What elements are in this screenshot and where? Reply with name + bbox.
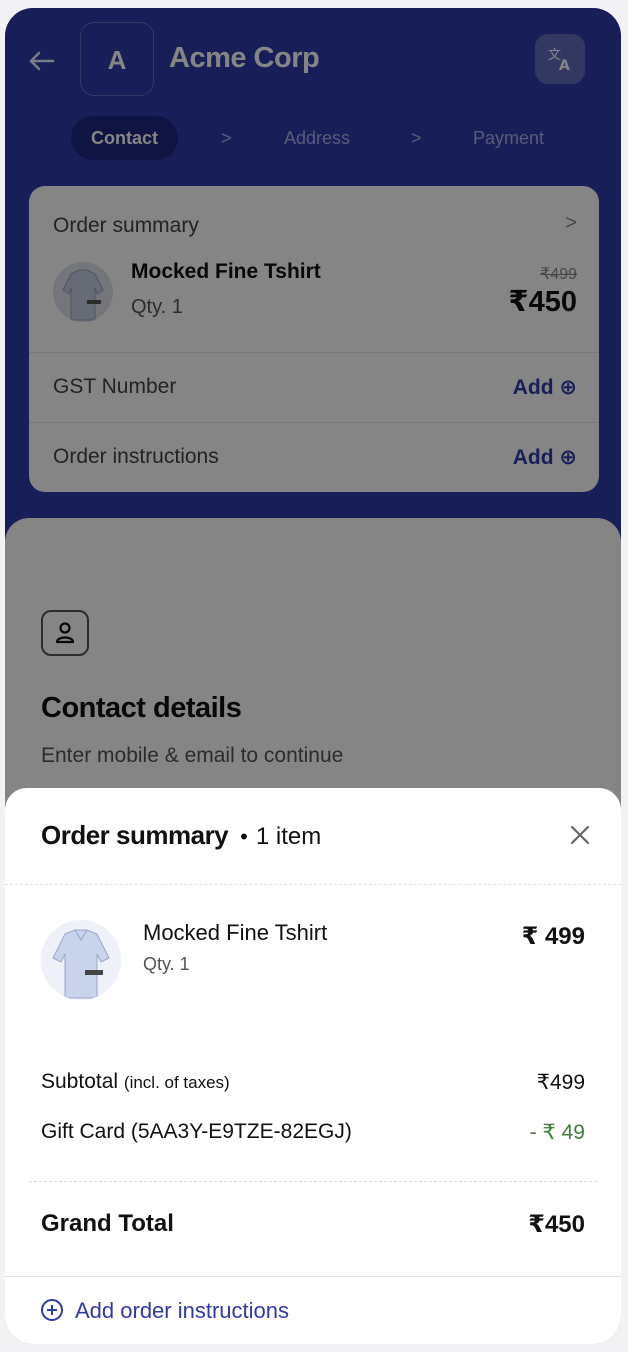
close-icon[interactable]	[567, 822, 593, 848]
separator-dot: •	[240, 824, 248, 849]
shirt-image	[41, 920, 121, 1000]
subtotal-note: (incl. of taxes)	[123, 1073, 230, 1092]
close-icon-svg	[570, 825, 590, 845]
subtotal-label: Subtotal	[41, 1070, 119, 1093]
gift-card-label: Gift Card (5AA3Y-E9TZE-82EGJ)	[41, 1120, 352, 1143]
plus-circle-icon	[41, 1299, 63, 1322]
grand-total-label: Grand Total	[41, 1210, 174, 1237]
gift-card-value: - ₹ 49	[529, 1121, 585, 1144]
product-name: Mocked Fine Tshirt	[143, 920, 328, 945]
add-order-instructions-label: Add order instructions	[75, 1298, 289, 1323]
product-thumbnail	[41, 920, 121, 1000]
subtotal-row: Subtotal (incl. of taxes) ₹499	[41, 1070, 585, 1100]
grand-total-row: Grand Total ₹450	[41, 1210, 585, 1238]
divider	[5, 884, 621, 885]
subtotal-value: ₹499	[536, 1071, 585, 1094]
item-count: 1 item	[255, 823, 322, 850]
product-price: ₹ 499	[521, 923, 585, 950]
order-summary-sheet: Order summary • 1 item Mocked Fine Tshirt …	[5, 788, 621, 1344]
add-order-instructions-button[interactable]: Add order instructions	[41, 1298, 289, 1330]
app-frame: A Acme Corp 文 A Contact > Address > Paym…	[5, 8, 621, 1344]
grand-total-value: ₹450	[528, 1211, 585, 1238]
divider	[5, 1276, 621, 1277]
product-qty: Qty. 1	[143, 954, 190, 974]
sheet-title: Order summary	[41, 820, 229, 850]
divider	[29, 1181, 597, 1182]
gift-card-row: Gift Card (5AA3Y-E9TZE-82EGJ) - ₹ 49	[41, 1120, 585, 1150]
sheet-header: Order summary • 1 item	[41, 820, 321, 860]
